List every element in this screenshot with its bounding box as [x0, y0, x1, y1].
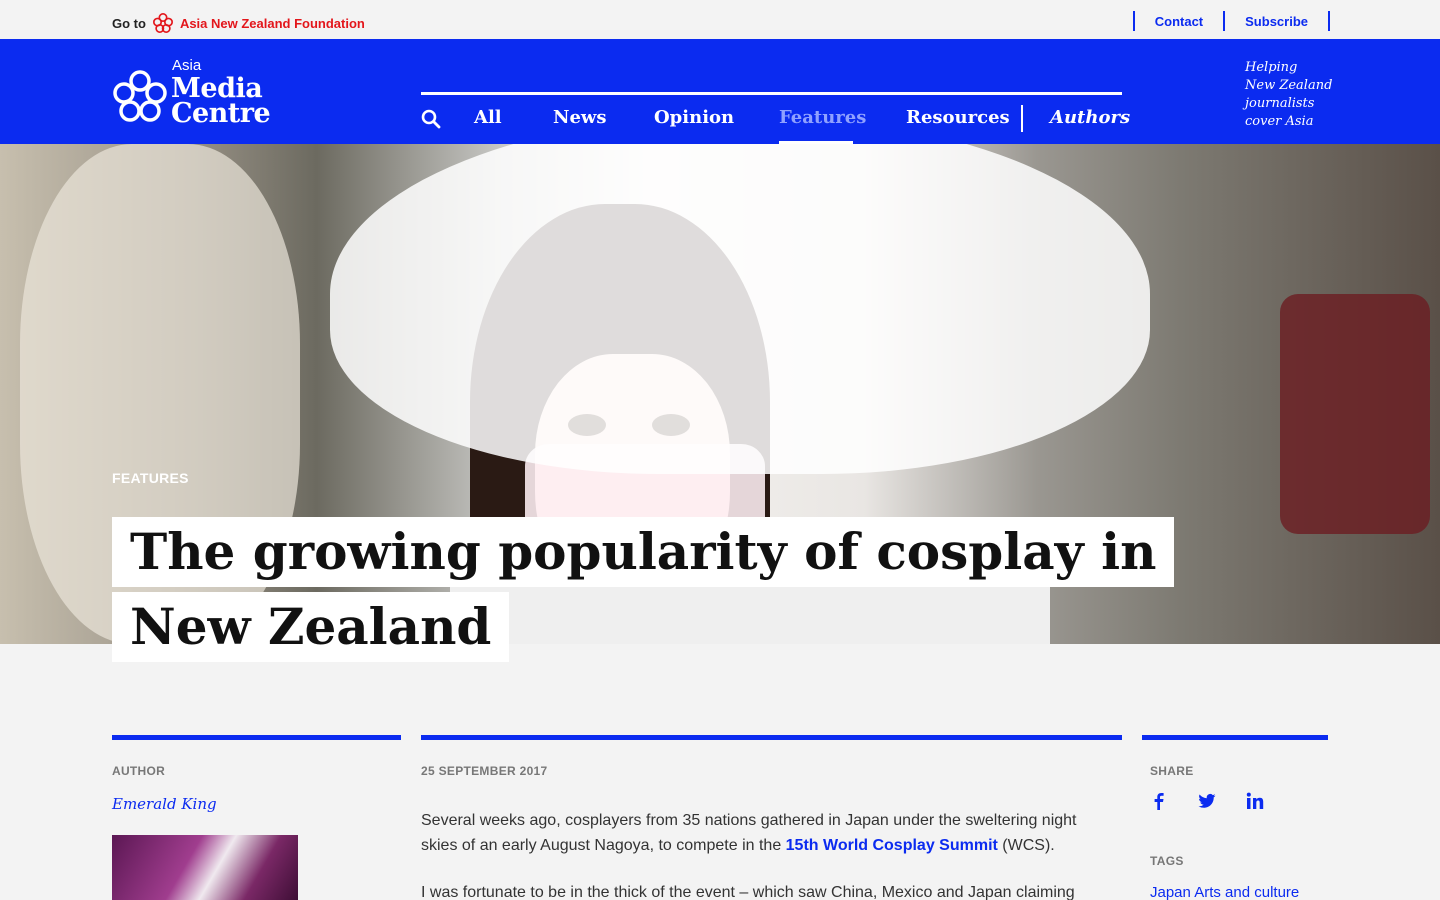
nav-item-authors[interactable]: Authors: [1050, 107, 1130, 128]
tagline-line: New Zealand: [1245, 78, 1333, 93]
nav-item-resources[interactable]: Resources: [906, 107, 1010, 128]
site-tagline: Helping New Zealand journalists cover As…: [1245, 59, 1355, 131]
tagline-line: Helping: [1245, 60, 1298, 75]
site-logo[interactable]: Asia Media Centre: [112, 57, 282, 127]
linkedin-icon[interactable]: [1246, 792, 1264, 810]
nav-divider: [1021, 105, 1023, 132]
background-bag: [1280, 294, 1430, 534]
article-body: 25 SEPTEMBER 2017 Several weeks ago, cos…: [421, 735, 1122, 900]
nav-item-news[interactable]: News: [553, 107, 607, 128]
share-label: SHARE: [1150, 764, 1194, 778]
author-label: AUTHOR: [112, 764, 166, 778]
share-buttons: [1142, 792, 1328, 810]
foundation-link-label: Asia New Zealand Foundation: [179, 15, 365, 31]
wcs-link[interactable]: 15th World Cosplay Summit: [786, 837, 998, 854]
goto-foundation-link[interactable]: Go to Asia New Zealand Foundation: [112, 12, 365, 34]
logo-centre: Centre: [171, 98, 271, 129]
article-text: Several weeks ago, cosplayers from 35 na…: [421, 808, 1101, 900]
nav-item-all[interactable]: All: [474, 107, 502, 128]
article-category[interactable]: FEATURES: [112, 470, 189, 486]
tag-list[interactable]: Japan Arts and culture: [1142, 884, 1328, 900]
subscribe-link[interactable]: Subscribe: [1225, 14, 1328, 29]
author-name-link[interactable]: Emerald King: [112, 795, 401, 813]
goto-prefix: Go to: [112, 15, 146, 31]
share-column: SHARE TAGS Japan Arts and culture: [1142, 735, 1328, 900]
foundation-flower-icon: [152, 13, 173, 33]
utility-links: Contact Subscribe: [1132, 11, 1330, 31]
contact-link[interactable]: Contact: [1135, 14, 1223, 29]
nav-item-opinion[interactable]: Opinion: [654, 107, 734, 128]
title-line: The growing popularity of cosplay in: [112, 517, 1175, 587]
logo-asia: Asia: [172, 57, 202, 74]
logo-mark-icon: [113, 70, 167, 122]
twitter-icon[interactable]: [1198, 792, 1216, 810]
tagline-line: cover Asia: [1245, 114, 1314, 129]
author-column: AUTHOR Emerald King: [112, 735, 401, 900]
cosplayer-hat: [330, 144, 1150, 474]
paragraph-text: (WCS).: [997, 837, 1055, 854]
main-nav: All News Opinion Features Resources Auth…: [421, 92, 1130, 144]
author-photo[interactable]: [112, 835, 298, 900]
paragraph: Several weeks ago, cosplayers from 35 na…: [421, 808, 1101, 858]
divider: [1328, 11, 1330, 31]
article-date: 25 SEPTEMBER 2017: [421, 764, 548, 778]
article-title: The growing popularity of cosplay in New…: [112, 517, 1212, 662]
facebook-icon[interactable]: [1150, 792, 1168, 810]
title-line: New Zealand: [112, 592, 510, 662]
nav-item-features[interactable]: Features: [779, 107, 866, 128]
search-icon[interactable]: [421, 109, 441, 129]
utility-bar: Go to Asia New Zealand Foundation Contac…: [0, 0, 1440, 39]
tagline-line: journalists: [1245, 96, 1315, 111]
paragraph: I was fortunate to be in the thick of th…: [421, 884, 1075, 900]
site-header: Asia Media Centre All News Opinion Featu…: [0, 39, 1440, 144]
tags-label: TAGS: [1150, 854, 1184, 868]
